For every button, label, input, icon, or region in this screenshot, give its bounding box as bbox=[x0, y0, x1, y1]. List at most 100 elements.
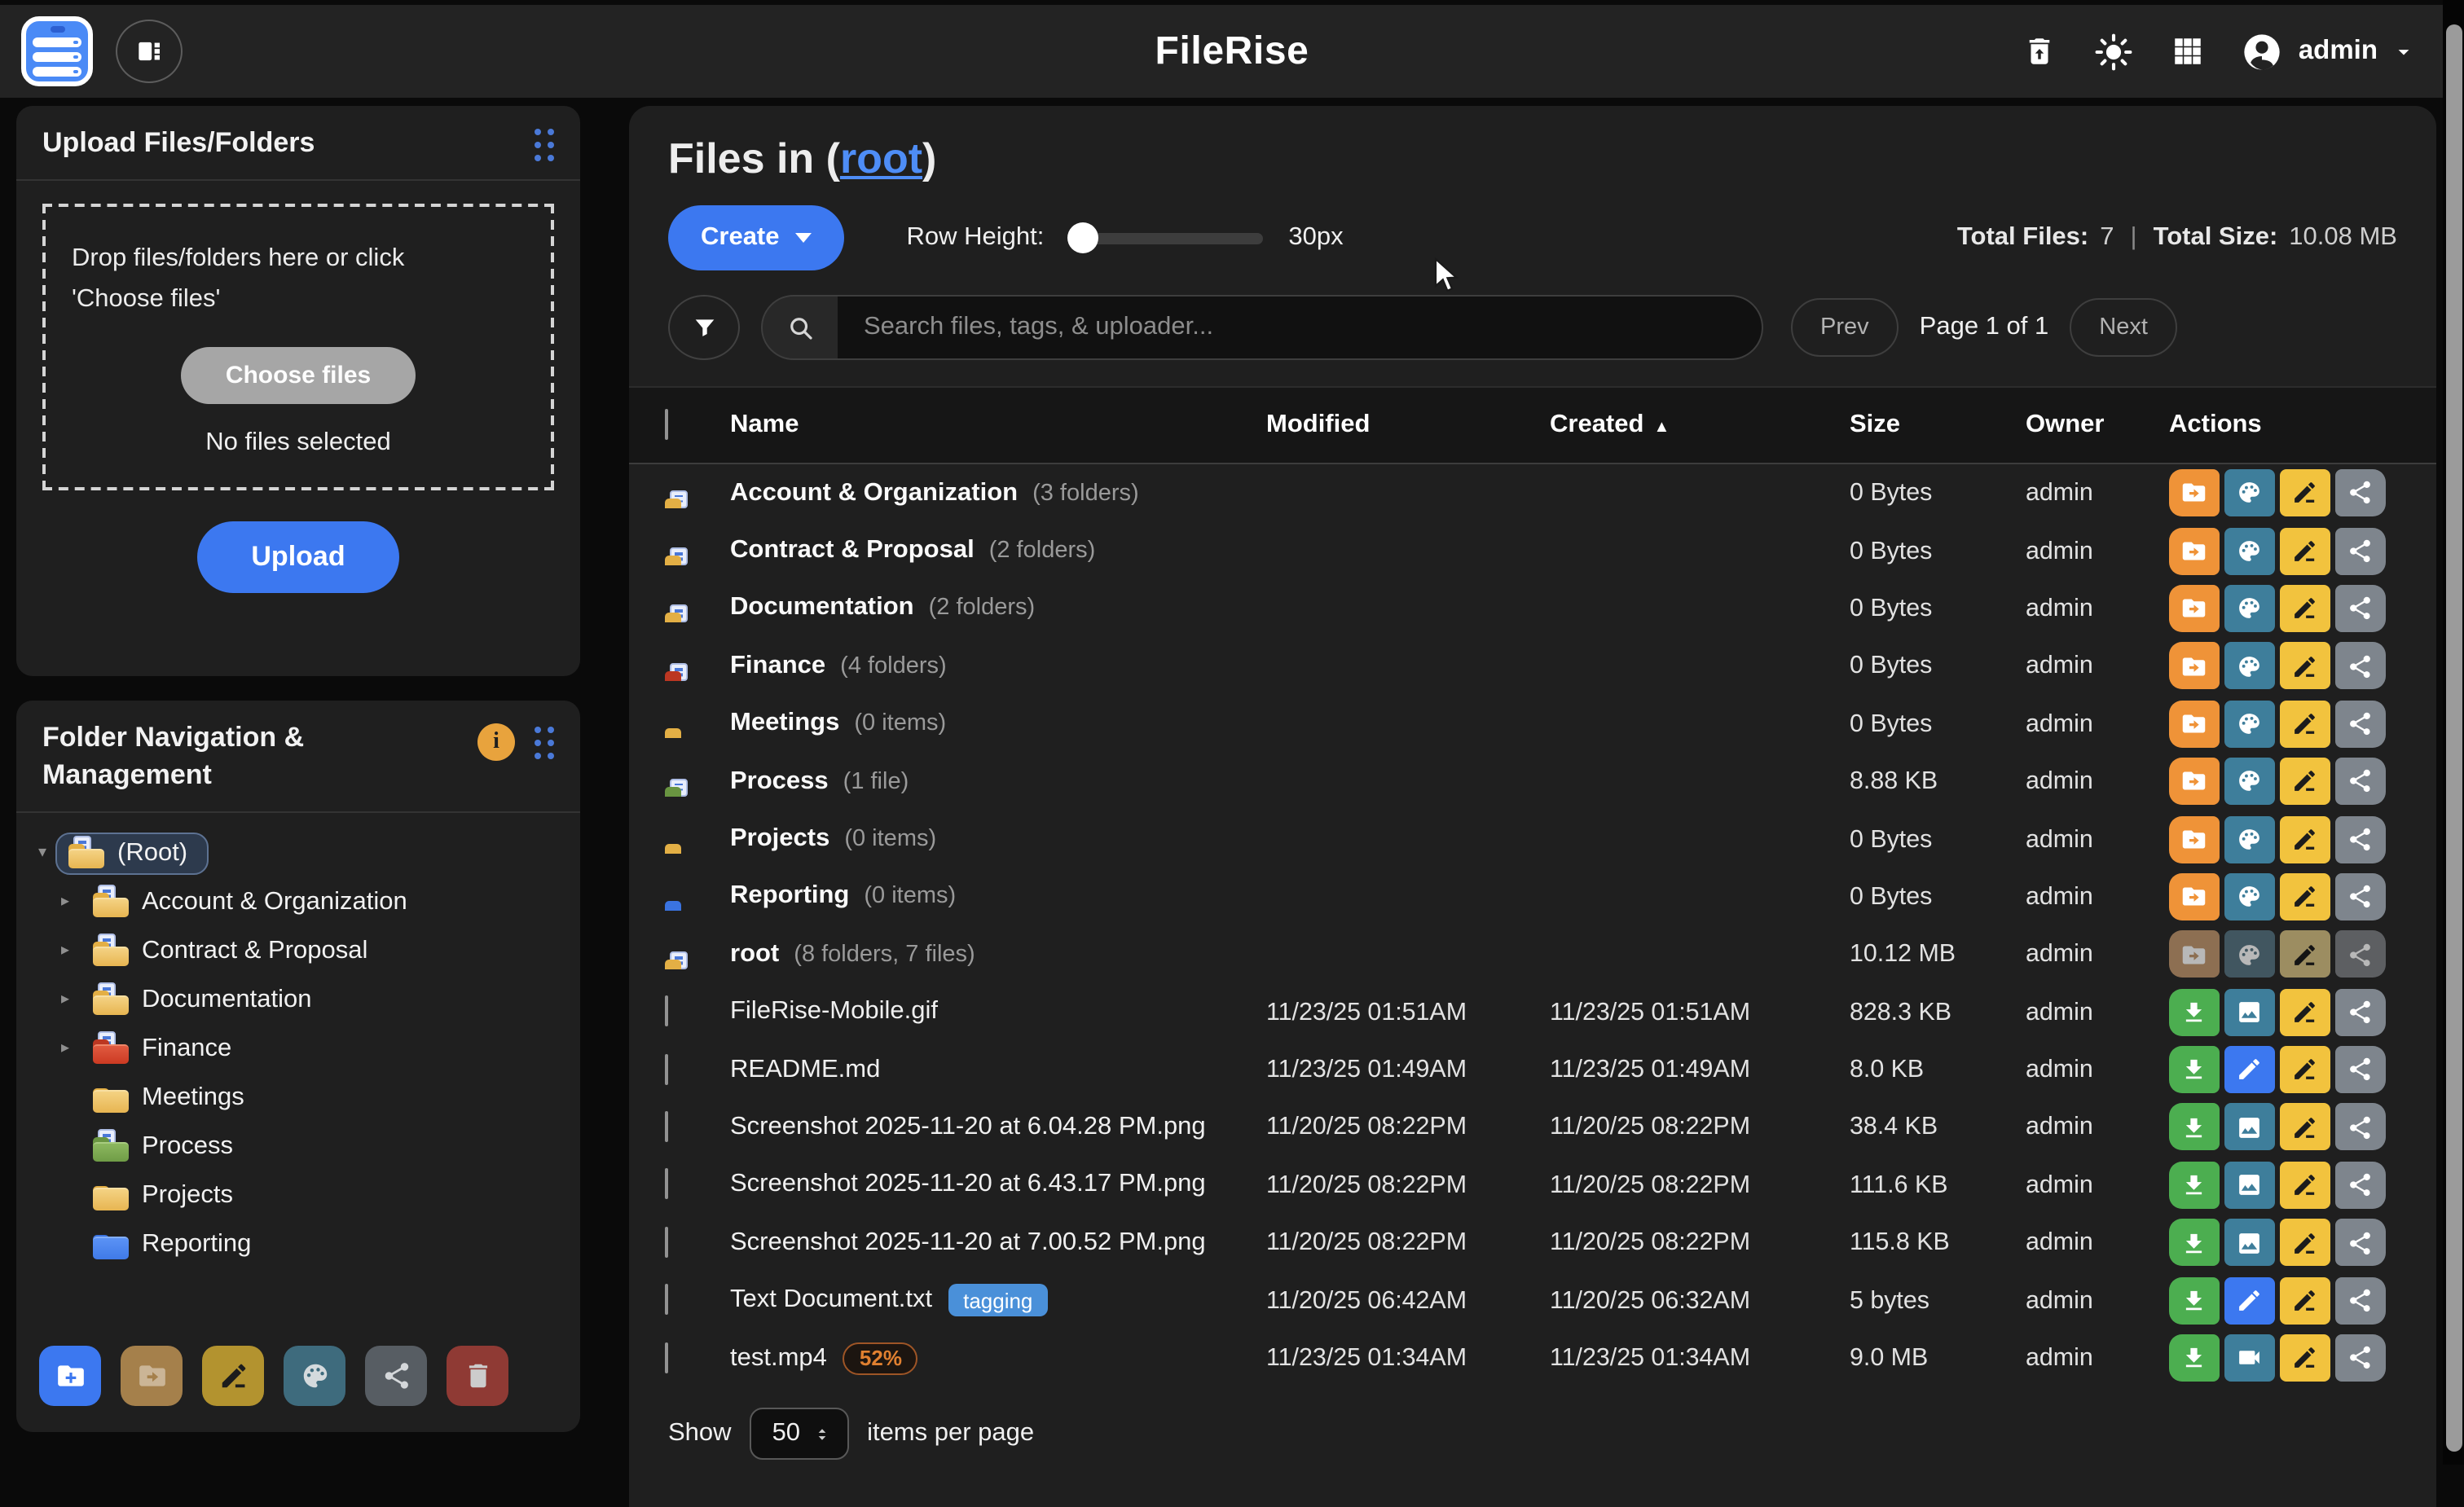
trash-restore-icon[interactable] bbox=[2023, 34, 2057, 68]
row-checkbox[interactable] bbox=[665, 1227, 668, 1258]
tree-caret-icon[interactable]: ▸ bbox=[52, 1040, 78, 1058]
move-folder-button[interactable] bbox=[2169, 585, 2220, 632]
delete-folder-button[interactable] bbox=[447, 1346, 508, 1406]
download-button[interactable] bbox=[2169, 1162, 2220, 1209]
scrollbar-thumb[interactable] bbox=[2445, 24, 2462, 1452]
download-button[interactable] bbox=[2169, 1046, 2220, 1093]
info-icon[interactable]: i bbox=[477, 723, 515, 761]
share-folder-button[interactable] bbox=[2335, 585, 2386, 632]
items-per-page-select[interactable]: 50 bbox=[750, 1408, 850, 1461]
theme-sun-icon[interactable] bbox=[2093, 30, 2136, 72]
row-height-slider[interactable] bbox=[1070, 232, 1262, 244]
download-button[interactable] bbox=[2169, 1219, 2220, 1267]
next-page-button[interactable]: Next bbox=[2070, 298, 2177, 357]
tree-item[interactable]: ▸ Finance bbox=[33, 1025, 564, 1074]
preview-image-button[interactable] bbox=[2224, 988, 2275, 1035]
move-folder-button[interactable] bbox=[2169, 873, 2220, 920]
rename-folder-button[interactable] bbox=[2280, 527, 2330, 574]
file-name[interactable]: Text Document.txt bbox=[730, 1285, 932, 1315]
rename-file-button[interactable] bbox=[2280, 1104, 2330, 1151]
column-header-modified[interactable]: Modified bbox=[1266, 411, 1540, 440]
tree-item-chip[interactable]: Meetings bbox=[78, 1077, 259, 1119]
tree-item-chip[interactable]: Documentation bbox=[78, 979, 327, 1022]
user-menu[interactable]: admin bbox=[2242, 30, 2415, 72]
row-checkbox[interactable] bbox=[665, 1169, 668, 1200]
tree-item-chip[interactable]: Projects bbox=[78, 1175, 248, 1217]
apps-grid-icon[interactable] bbox=[2171, 34, 2206, 68]
folder-color-button[interactable] bbox=[2224, 527, 2275, 574]
share-folder-button[interactable] bbox=[365, 1346, 427, 1406]
edit-file-button[interactable] bbox=[2224, 1276, 2275, 1324]
column-header-created[interactable]: Created▲ bbox=[1550, 411, 1840, 440]
table-row-file[interactable]: Screenshot 2025-11-20 at 7.00.52 PM.png … bbox=[629, 1214, 2436, 1272]
table-row-folder[interactable]: Finance(4 folders) 0 Bytes admin bbox=[629, 637, 2436, 695]
preview-video-button[interactable] bbox=[2224, 1334, 2275, 1382]
file-name[interactable]: FileRise-Mobile.gif bbox=[730, 997, 938, 1026]
move-folder-button[interactable] bbox=[2169, 758, 2220, 805]
drag-handle-icon[interactable] bbox=[535, 129, 554, 161]
share-file-button[interactable] bbox=[2335, 1162, 2386, 1209]
tree-item[interactable]: ▾ (Root) bbox=[29, 829, 564, 878]
table-row-folder[interactable]: Meetings(0 items) 0 Bytes admin bbox=[629, 695, 2436, 753]
table-row-folder[interactable]: Documentation(2 folders) 0 Bytes admin bbox=[629, 580, 2436, 638]
rename-folder-button[interactable] bbox=[2280, 643, 2330, 690]
share-file-button[interactable] bbox=[2335, 1104, 2386, 1151]
tree-caret-icon[interactable]: ▸ bbox=[52, 894, 78, 912]
tree-item-chip[interactable]: Account & Organization bbox=[78, 881, 422, 924]
preview-image-button[interactable] bbox=[2224, 1104, 2275, 1151]
tree-caret-icon[interactable]: ▾ bbox=[29, 845, 55, 863]
table-row-file[interactable]: Text Document.txttagging 11/20/25 06:42A… bbox=[629, 1272, 2436, 1329]
file-name[interactable]: test.mp4 bbox=[730, 1343, 827, 1373]
upload-button[interactable]: Upload bbox=[197, 521, 398, 592]
rename-folder-button[interactable] bbox=[2280, 931, 2330, 978]
folder-color-button[interactable] bbox=[2224, 701, 2275, 748]
folder-name[interactable]: Meetings bbox=[730, 710, 839, 739]
download-button[interactable] bbox=[2169, 1104, 2220, 1151]
rename-folder-button[interactable] bbox=[2280, 701, 2330, 748]
table-row-folder[interactable]: Reporting(0 items) 0 Bytes admin bbox=[629, 868, 2436, 925]
create-button[interactable]: Create bbox=[668, 205, 845, 270]
folder-color-button[interactable] bbox=[284, 1346, 345, 1406]
rename-file-button[interactable] bbox=[2280, 1276, 2330, 1324]
share-file-button[interactable] bbox=[2335, 1334, 2386, 1382]
share-folder-button[interactable] bbox=[2335, 527, 2386, 574]
rename-folder-button[interactable] bbox=[2280, 815, 2330, 863]
tree-item-chip[interactable]: Contract & Proposal bbox=[78, 930, 382, 973]
table-row-folder[interactable]: root(8 folders, 7 files) 10.12 MB admin bbox=[629, 925, 2436, 983]
rename-file-button[interactable] bbox=[2280, 1219, 2330, 1267]
tree-caret-icon[interactable]: ▸ bbox=[52, 942, 78, 960]
rename-folder-button[interactable] bbox=[2280, 585, 2330, 632]
folder-color-button[interactable] bbox=[2224, 585, 2275, 632]
folder-name[interactable]: Documentation bbox=[730, 594, 914, 623]
search-input[interactable] bbox=[838, 297, 1762, 358]
tree-item[interactable]: Reporting bbox=[33, 1220, 564, 1269]
file-name[interactable]: Screenshot 2025-11-20 at 6.43.17 PM.png bbox=[730, 1171, 1206, 1200]
column-header-owner[interactable]: Owner bbox=[2026, 411, 2159, 440]
preview-image-button[interactable] bbox=[2224, 1219, 2275, 1267]
rename-file-button[interactable] bbox=[2280, 1046, 2330, 1093]
tree-item[interactable]: ▸ Contract & Proposal bbox=[33, 927, 564, 976]
share-folder-button[interactable] bbox=[2335, 643, 2386, 690]
view-toggle-button[interactable] bbox=[116, 20, 183, 83]
slider-thumb[interactable] bbox=[1067, 222, 1098, 253]
move-folder-button[interactable] bbox=[2169, 701, 2220, 748]
folder-color-button[interactable] bbox=[2224, 643, 2275, 690]
folder-color-button[interactable] bbox=[2224, 469, 2275, 516]
move-folder-button[interactable] bbox=[2169, 643, 2220, 690]
share-file-button[interactable] bbox=[2335, 988, 2386, 1035]
move-folder-button[interactable] bbox=[2169, 931, 2220, 978]
table-row-file[interactable]: FileRise-Mobile.gif 11/23/25 01:51AM 11/… bbox=[629, 983, 2436, 1041]
table-row-file[interactable]: Screenshot 2025-11-20 at 6.43.17 PM.png … bbox=[629, 1156, 2436, 1214]
select-all-checkbox[interactable] bbox=[665, 409, 668, 440]
rename-folder-button[interactable] bbox=[2280, 873, 2330, 920]
tree-item-chip[interactable]: Process bbox=[78, 1126, 248, 1168]
page-scrollbar[interactable] bbox=[2443, 0, 2464, 1465]
share-folder-button[interactable] bbox=[2335, 701, 2386, 748]
folder-name[interactable]: Reporting bbox=[730, 882, 849, 912]
tree-item[interactable]: Projects bbox=[33, 1171, 564, 1220]
row-checkbox[interactable] bbox=[665, 1111, 668, 1142]
share-folder-button[interactable] bbox=[2335, 873, 2386, 920]
file-name[interactable]: Screenshot 2025-11-20 at 7.00.52 PM.png bbox=[730, 1228, 1206, 1258]
folder-name[interactable]: Account & Organization bbox=[730, 478, 1018, 507]
rename-file-button[interactable] bbox=[2280, 1162, 2330, 1209]
